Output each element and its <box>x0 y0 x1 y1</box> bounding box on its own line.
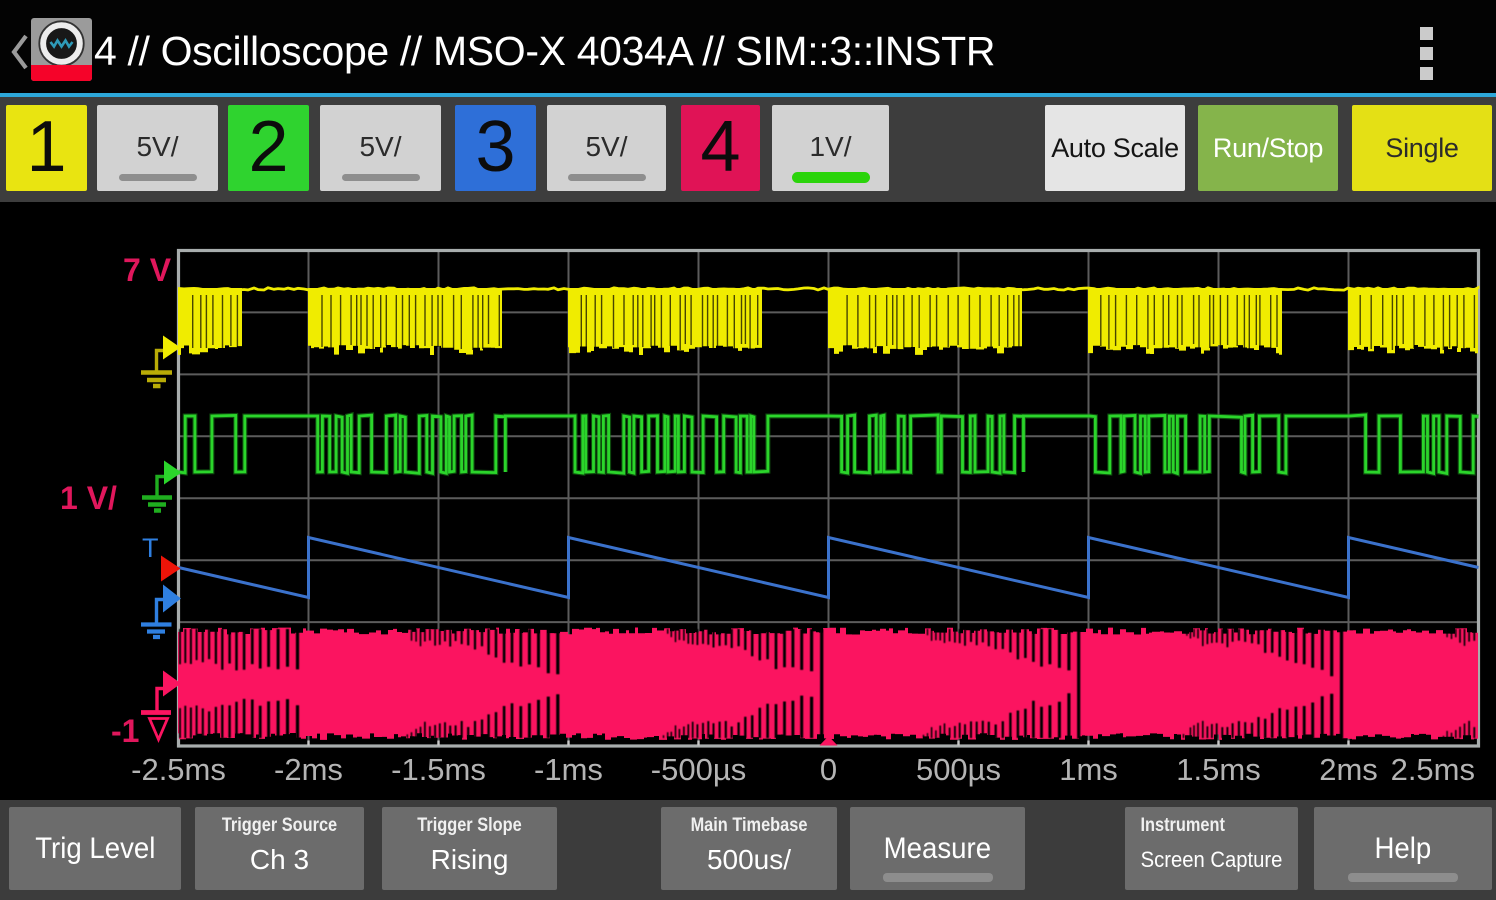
svg-text:500µs: 500µs <box>916 752 1001 787</box>
svg-text:7 V: 7 V <box>123 252 172 288</box>
svg-text:-1: -1 <box>111 713 139 749</box>
svg-text:1ms: 1ms <box>1059 752 1118 787</box>
svg-text:T: T <box>142 533 159 563</box>
svg-text:1.5ms: 1.5ms <box>1176 752 1260 787</box>
svg-text:-500µs: -500µs <box>651 752 746 787</box>
svg-text:-1.5ms: -1.5ms <box>391 752 486 787</box>
svg-text:-1ms: -1ms <box>534 752 603 787</box>
svg-text:-2ms: -2ms <box>274 752 343 787</box>
svg-text:2.5ms: 2.5ms <box>1391 752 1475 787</box>
svg-text:2ms: 2ms <box>1319 752 1378 787</box>
svg-text:0: 0 <box>820 752 837 787</box>
svg-text:-2.5ms: -2.5ms <box>131 752 226 787</box>
svg-text:1 V/: 1 V/ <box>60 480 117 516</box>
